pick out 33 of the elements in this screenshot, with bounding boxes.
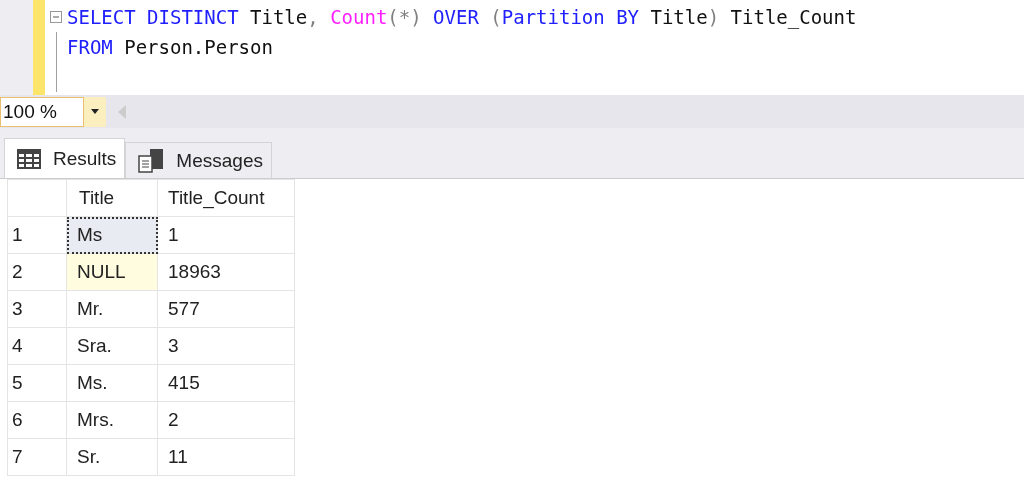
results-pane-tab[interactable]: Messages <box>125 142 272 178</box>
table-cell: Ms <box>66 216 158 254</box>
table-cell: 18963 <box>157 253 295 291</box>
results-pane-tab[interactable]: Results <box>4 138 126 178</box>
column-header[interactable]: Title_Count <box>157 179 295 217</box>
column-header[interactable]: Title <box>66 179 158 217</box>
table-cell: 1 <box>157 216 295 254</box>
code-line: FROM Person.Person <box>67 36 273 58</box>
grid-icon <box>17 148 41 169</box>
row-number: 1 <box>7 216 67 254</box>
row-number: 5 <box>7 364 67 402</box>
row-number: 6 <box>7 401 67 439</box>
zoom-dropdown-button[interactable] <box>84 96 106 127</box>
table-cell: 3 <box>157 327 295 365</box>
table-cell: Ms. <box>66 364 158 402</box>
collapse-icon[interactable] <box>50 11 62 23</box>
table-cell: Sra. <box>66 327 158 365</box>
table-cell: 2 <box>157 401 295 439</box>
table-cell: 11 <box>157 438 295 476</box>
code-line: SELECT DISTINCT Title, Count(*) OVER (Partition BY Title) Title_Count <box>67 6 857 28</box>
table-cell: 415 <box>157 364 295 402</box>
table-cell: Mr. <box>66 290 158 328</box>
zoom-field[interactable]: 100 % <box>0 96 84 127</box>
table-cell: Mrs. <box>66 401 158 439</box>
row-number: 4 <box>7 327 67 365</box>
row-number: 2 <box>7 253 67 291</box>
row-number: 3 <box>7 290 67 328</box>
table-cell: Sr. <box>66 438 158 476</box>
table-cell: NULL <box>66 253 158 291</box>
document-icon <box>138 148 165 173</box>
row-number: 7 <box>7 438 67 476</box>
caret-icon <box>91 109 99 114</box>
table-cell: 577 <box>157 290 295 328</box>
